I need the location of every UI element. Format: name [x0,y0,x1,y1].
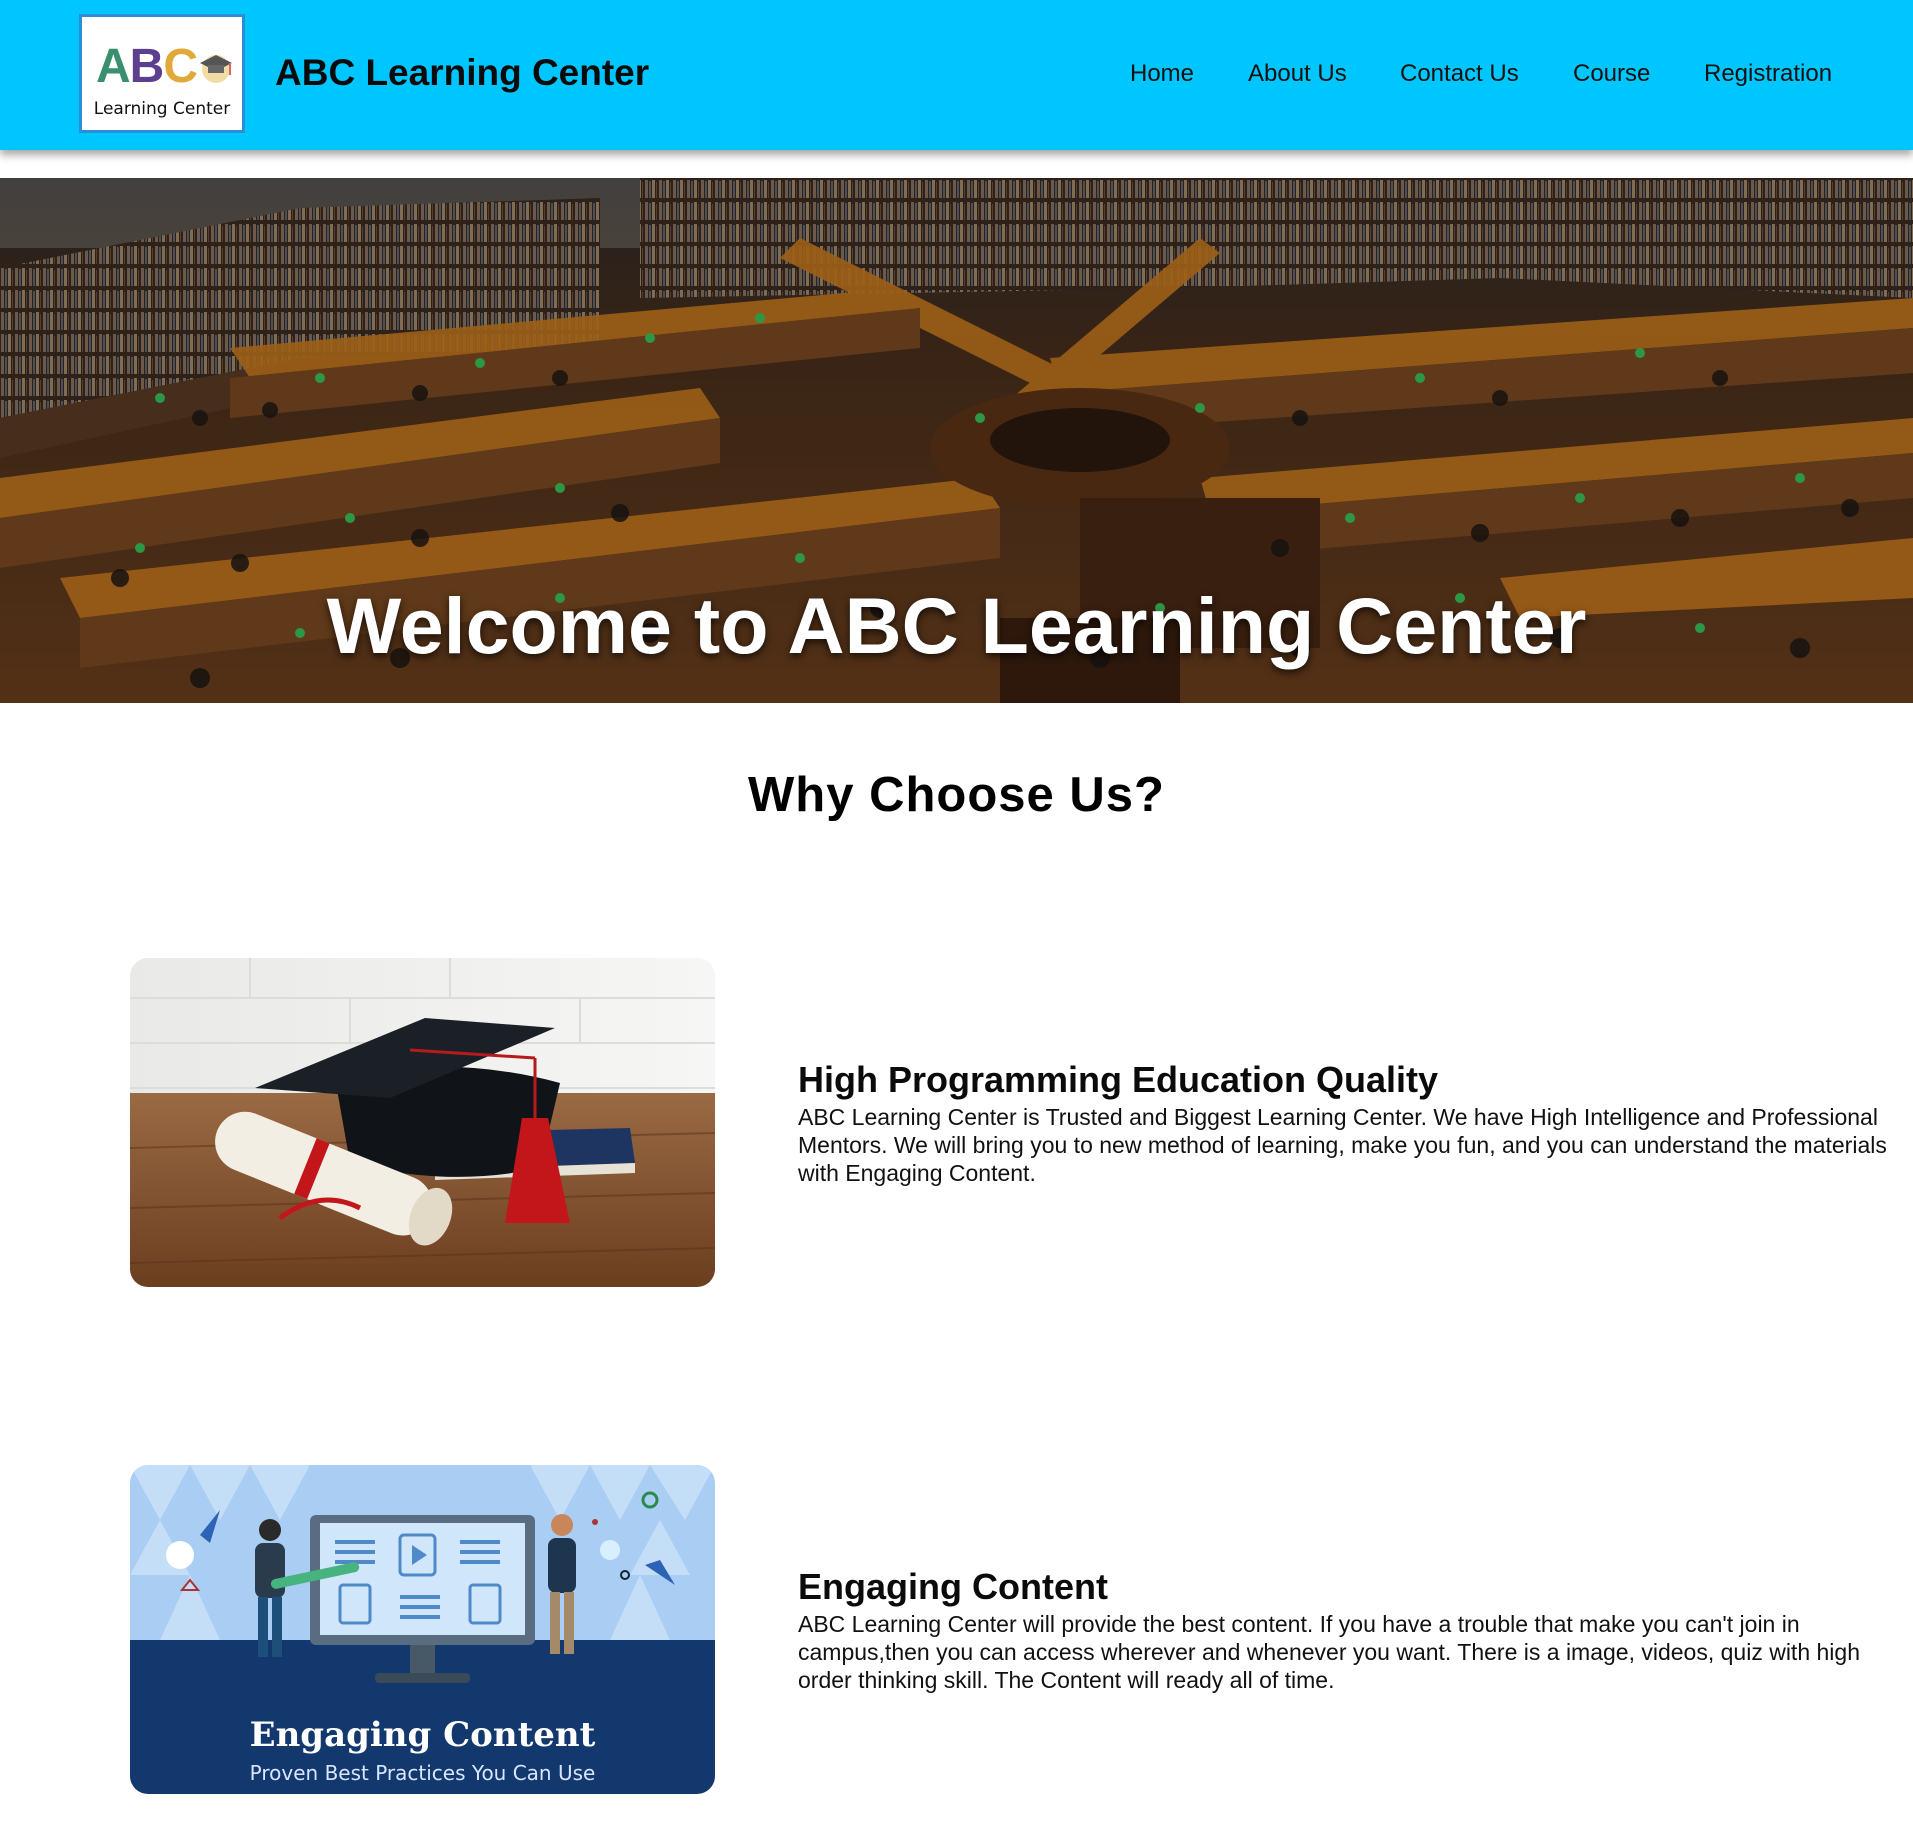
nav-about-us[interactable]: About Us [1248,60,1347,88]
site-header: ABC Learning Center ABC Learning Center … [0,0,1913,150]
feature-title: Engaging Content [798,1566,1108,1607]
feature-description: ABC Learning Center will provide the bes… [798,1611,1860,1693]
illustration-title: Engaging Content [249,1715,596,1755]
feature-engaging-content: Engaging Content ABC Learning Center wil… [798,1566,1888,1694]
feature-title: High Programming Education Quality [798,1059,1439,1100]
engaging-content-image: Engaging Content Proven Best Practices Y… [130,1465,715,1794]
nav-registration[interactable]: Registration [1704,60,1832,88]
illustration-subtitle: Proven Best Practices You Can Use [249,1761,596,1785]
nav-contact-us[interactable]: Contact Us [1400,60,1519,88]
section-title: Why Choose Us? [748,768,1165,822]
graduation-cap-image [130,958,715,1287]
feature-description: ABC Learning Center is Trusted and Bigge… [798,1104,1887,1186]
logo-caption: Learning Center [93,99,231,119]
main-nav: Home About Us Contact Us Course Registra… [0,60,1913,90]
nav-course[interactable]: Course [1573,60,1650,88]
hero-banner: Welcome to ABC Learning Center [0,178,1913,703]
nav-home[interactable]: Home [1130,60,1194,88]
feature-quality: High Programming Education Quality ABC L… [798,1059,1888,1187]
hero-title: Welcome to ABC Learning Center [326,581,1587,670]
